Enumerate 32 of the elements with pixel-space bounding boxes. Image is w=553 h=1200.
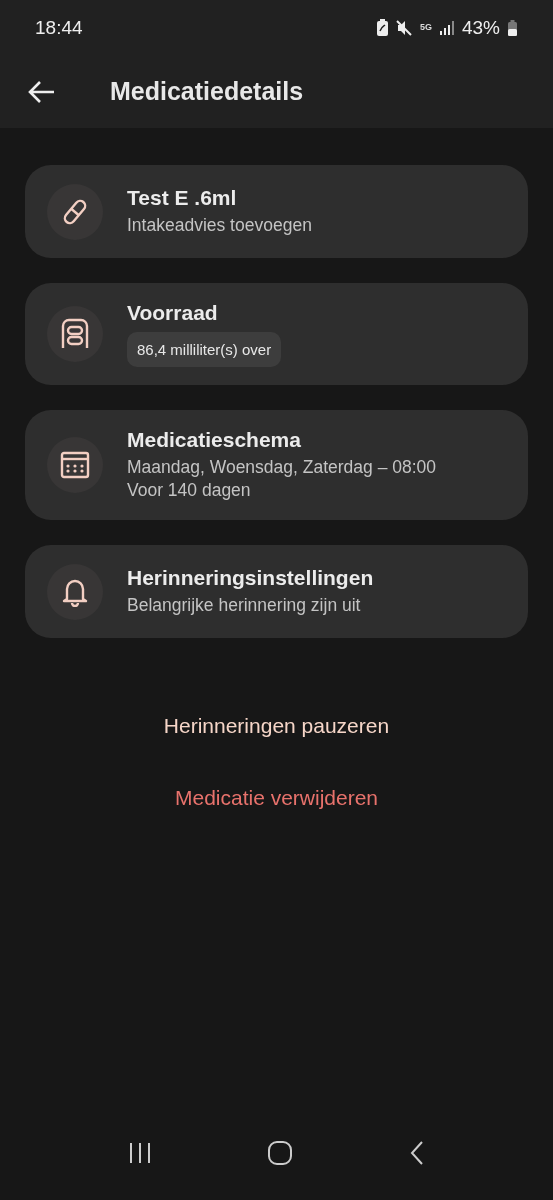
mute-icon [395, 19, 412, 36]
card-title: Medicatieschema [127, 428, 302, 452]
pill-box-icon [61, 318, 89, 350]
battery-percent: 43% [461, 16, 500, 39]
back-button[interactable] [28, 79, 56, 104]
pause-button[interactable]: Herinneringen pauzeren [163, 714, 390, 738]
detail-card[interactable]: Medicatieschema Maandag, Woensdag, Zaterdag – 08:00 Voor 140 dagen [25, 410, 528, 520]
screen-title: Medicatiedetails [110, 77, 304, 106]
card-subtitle: Intakeadvies toevoegen [127, 214, 312, 237]
signal-icon [439, 20, 454, 35]
card-subtitle: Maandag, Woensdag, Zaterdag – 08:00 Voor 140 dagen [127, 456, 437, 502]
delete-button[interactable]: Medicatie verwijderen [174, 786, 379, 810]
detail-card[interactable]: Voorraad 86,4 milliliter(s) over [25, 283, 528, 385]
home-button[interactable] [267, 1140, 294, 1166]
calendar-icon [60, 450, 90, 480]
stock-chip: 86,4 milliliter(s) over [127, 332, 282, 367]
battery-icon [508, 19, 517, 36]
card-title: Test E .6ml [127, 186, 238, 210]
status-time: 18:44 [35, 16, 83, 39]
card-title: Herinneringsinstellingen [127, 566, 374, 590]
detail-card[interactable]: Test E .6ml Intakeadvies toevoegen [25, 165, 528, 258]
card-subtitle: Belangrijke herinnering zijn uit [127, 594, 362, 617]
network-type: 5G [419, 23, 432, 32]
recent-apps-icon [127, 1141, 152, 1165]
back-arrow-icon [28, 79, 56, 104]
back-nav-button[interactable] [409, 1140, 426, 1166]
recent-apps-button[interactable] [127, 1141, 152, 1165]
card-title: Voorraad [127, 301, 219, 325]
home-icon [267, 1140, 294, 1166]
detail-card[interactable]: Herinneringsinstellingen Belangrijke herinnering zijn uit [25, 545, 528, 638]
back-chevron-icon [409, 1140, 426, 1166]
battery-saver-icon [376, 19, 388, 36]
